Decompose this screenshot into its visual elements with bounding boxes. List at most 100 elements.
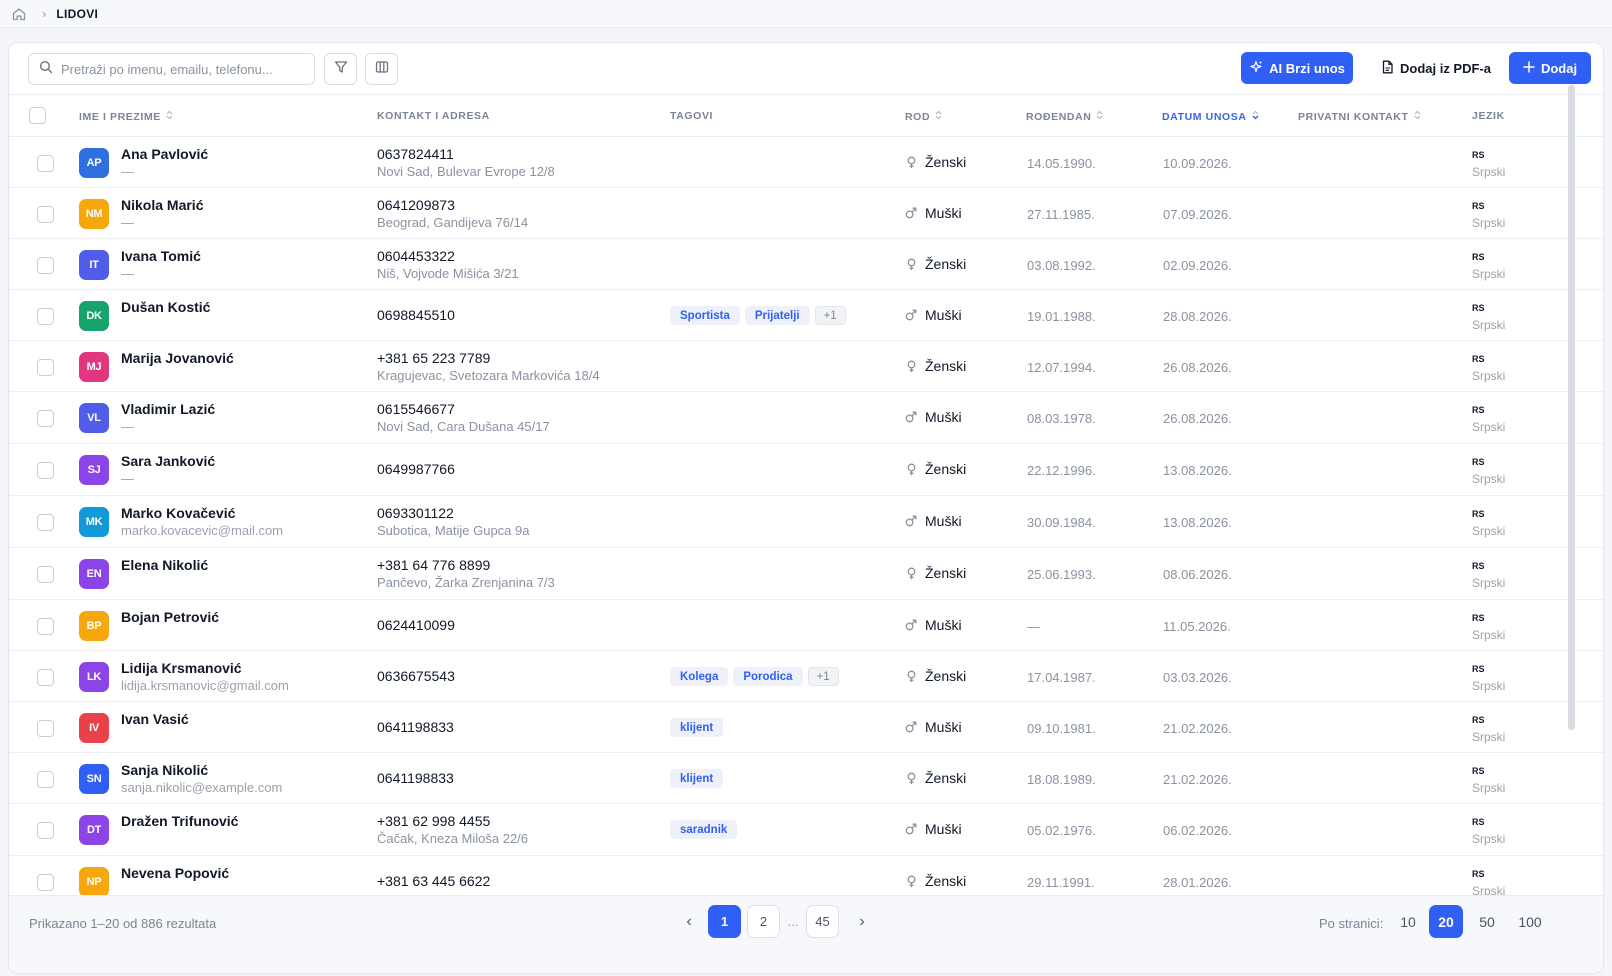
table-row[interactable]: NM Nikola Marić — 0641209873 Beograd, Gandij… (9, 188, 1603, 239)
per-page-50[interactable]: 50 (1475, 905, 1499, 938)
row-checkbox[interactable] (37, 308, 54, 325)
male-icon (905, 619, 917, 631)
row-checkbox[interactable] (37, 155, 54, 172)
table-row[interactable]: IT Ivana Tomić — 0604453322 Niš, Vojvode Miš… (9, 239, 1603, 290)
row-checkbox[interactable] (37, 618, 54, 635)
language-name: Srpski (1472, 216, 1506, 230)
row-checkbox[interactable] (37, 874, 54, 891)
lead-name[interactable]: Nikola Marić (121, 197, 203, 213)
page-button-1[interactable]: 1 (708, 905, 741, 938)
columns-button[interactable] (365, 53, 398, 85)
table-row[interactable]: VL Vladimir Lazić — 0615546677 Novi Sad, Car… (9, 392, 1603, 444)
lead-name[interactable]: Marija Jovanović (121, 350, 234, 366)
table-row[interactable]: DK Dušan Kostić 0698845510 Sportista Prijate… (9, 290, 1603, 341)
ai-quick-entry-button[interactable]: AI Brzi unos (1241, 52, 1353, 84)
lead-name[interactable]: Lidija Krsmanović (121, 660, 242, 676)
column-header-entry-date[interactable]: DATUM UNOSA (1162, 110, 1259, 123)
vertical-scrollbar[interactable] (1568, 85, 1575, 730)
lead-name[interactable]: Ivana Tomić (121, 248, 201, 264)
avatar: AP (79, 148, 109, 178)
lead-tags: Kolega Porodica +1 (670, 667, 839, 686)
column-header-gender[interactable]: ROD (905, 110, 942, 123)
home-icon[interactable] (10, 5, 28, 23)
tag-chip[interactable]: saradnik (670, 820, 738, 839)
search-input[interactable] (61, 61, 301, 77)
add-from-pdf-button[interactable]: Dodaj iz PDF-a (1377, 52, 1495, 84)
lead-birthday: 17.04.1987. (1027, 670, 1096, 685)
tag-chip[interactable]: Porodica (733, 667, 803, 686)
filter-button[interactable] (324, 53, 357, 85)
table-row[interactable]: DT Dražen Trifunović +381 62 998 4455 Čačak… (9, 804, 1603, 856)
add-button[interactable]: Dodaj (1509, 52, 1591, 84)
table-row[interactable]: SJ Sara Janković — 0649987766 Ženski 22.12.19… (9, 444, 1603, 496)
lead-name[interactable]: Elena Nikolić (121, 557, 208, 573)
row-checkbox[interactable] (37, 257, 54, 274)
lead-name[interactable]: Nevena Popović (121, 865, 229, 881)
lead-birthday: 12.07.1994. (1027, 360, 1096, 375)
table-row[interactable]: EN Elena Nikolić +381 64 776 8899 Pančevo, … (9, 548, 1603, 600)
language-code: RS (1472, 664, 1485, 674)
lead-name[interactable]: Marko Kovačević (121, 505, 235, 521)
tag-more-chip[interactable]: +1 (807, 667, 839, 686)
female-icon (905, 156, 917, 168)
column-header-birthday[interactable]: ROĐENDAN (1026, 110, 1103, 123)
row-checkbox[interactable] (37, 410, 54, 427)
lead-gender: Ženski (905, 770, 966, 786)
page-button-45[interactable]: 45 (806, 905, 839, 938)
tag-chip[interactable]: klijent (670, 718, 724, 737)
row-checkbox[interactable] (37, 822, 54, 839)
table-footer: Prikazano 1–20 od 886 rezultata ‹ 1 2 ..… (9, 895, 1603, 973)
tag-more-chip[interactable]: +1 (814, 306, 846, 325)
column-header-private-contact[interactable]: PRIVATNI KONTAKT (1298, 110, 1421, 123)
tag-chip[interactable]: Prijatelji (744, 306, 810, 325)
language-name: Srpski (1472, 420, 1506, 434)
table-row[interactable]: MK Marko Kovačević marko.kovacevic@mail.co… (9, 496, 1603, 548)
row-checkbox[interactable] (37, 669, 54, 686)
lead-name[interactable]: Dražen Trifunović (121, 813, 238, 829)
tag-chip[interactable]: klijent (670, 769, 724, 788)
row-checkbox[interactable] (37, 771, 54, 788)
avatar: SN (79, 764, 109, 794)
page-button-2[interactable]: 2 (747, 905, 780, 938)
per-page-20[interactable]: 20 (1429, 905, 1463, 938)
lead-name[interactable]: Ivan Vasić (121, 711, 189, 727)
column-header-name[interactable]: IME I PREZIME (79, 110, 173, 123)
tag-chip[interactable]: Sportista (670, 306, 740, 325)
table-row[interactable]: BP Bojan Petrović 0624410099 Muški — 11.05.20… (9, 600, 1603, 651)
sort-icon (166, 110, 173, 123)
prev-page-button[interactable]: ‹ (679, 905, 699, 938)
table-row[interactable]: SN Sanja Nikolić sanja.nikolic@example.com… (9, 753, 1603, 804)
table-row[interactable]: IV Ivan Vasić 0641198833 klijent Muški 09.10.… (9, 702, 1603, 753)
language-code: RS (1472, 869, 1485, 879)
lead-address: Kragujevac, Svetozara Markovića 18/4 (377, 368, 600, 383)
select-all-checkbox[interactable] (29, 107, 46, 124)
lead-name[interactable]: Bojan Petrović (121, 609, 219, 625)
tag-chip[interactable]: Kolega (670, 667, 729, 686)
lead-name[interactable]: Sanja Nikolić (121, 762, 208, 778)
table-row[interactable]: MJ Marija Jovanović +381 65 223 7789 Kraguj… (9, 341, 1603, 392)
lead-name[interactable]: Dušan Kostić (121, 299, 210, 315)
lead-birthday: 30.09.1984. (1027, 515, 1096, 530)
row-checkbox[interactable] (37, 359, 54, 376)
table-row[interactable]: AP Ana Pavlović — 0637824411 Novi Sad, Bulev… (9, 137, 1603, 188)
lead-birthday: 18.08.1989. (1027, 772, 1096, 787)
next-page-button[interactable]: › (852, 905, 872, 938)
lead-gender: Ženski (905, 461, 966, 477)
lead-gender: Muški (905, 617, 962, 633)
per-page-100[interactable]: 100 (1513, 905, 1547, 938)
lead-entry-date: 26.08.2026. (1163, 411, 1232, 426)
row-checkbox[interactable] (37, 514, 54, 531)
search-box[interactable] (28, 53, 315, 85)
row-checkbox[interactable] (37, 720, 54, 737)
lead-subtext: — (121, 471, 134, 486)
row-checkbox[interactable] (37, 566, 54, 583)
per-page-10[interactable]: 10 (1397, 905, 1419, 938)
lead-name[interactable]: Ana Pavlović (121, 146, 208, 162)
female-icon (905, 463, 917, 475)
lead-name[interactable]: Vladimir Lazić (121, 401, 215, 417)
row-checkbox[interactable] (37, 462, 54, 479)
avatar: IT (79, 250, 109, 280)
lead-name[interactable]: Sara Janković (121, 453, 215, 469)
table-row[interactable]: LK Lidija Krsmanović lidija.krsmanovic@gma… (9, 651, 1603, 702)
row-checkbox[interactable] (37, 206, 54, 223)
